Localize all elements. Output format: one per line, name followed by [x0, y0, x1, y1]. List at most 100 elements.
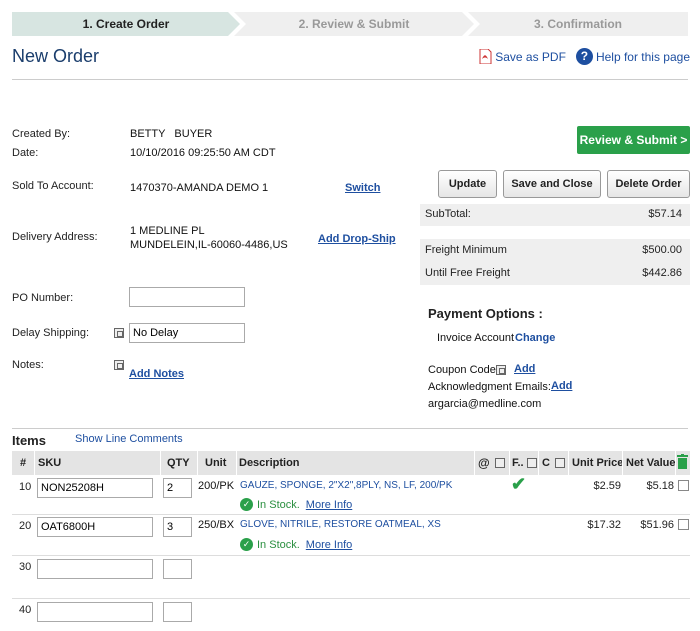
qty-input[interactable] [163, 517, 192, 537]
date-value: 10/10/2016 09:25:50 AM CDT [130, 147, 276, 159]
col-f-info-icon[interactable] [527, 458, 537, 468]
ack-emails-label: Acknowledgment Emails: [428, 381, 551, 393]
show-line-comments-link[interactable]: Show Line Comments [75, 433, 183, 445]
add-coupon-link[interactable]: Add [514, 363, 535, 375]
notes-label: Notes: [12, 359, 44, 371]
items-title: Items [12, 433, 46, 448]
add-notes-link[interactable]: Add Notes [129, 368, 184, 380]
help-label: Help for this page [595, 49, 690, 64]
header-sep [622, 451, 623, 475]
review-submit-button[interactable]: Review & Submit > [577, 126, 690, 154]
checkmark-icon: ✔ [511, 474, 527, 494]
row-select-checkbox[interactable] [678, 519, 689, 530]
row-unit-price: $2.59 [593, 480, 621, 492]
freight-minimum-value: $500.00 [642, 244, 682, 256]
delay-info-icon[interactable] [114, 328, 124, 338]
row-num: 30 [19, 561, 32, 573]
free-freight-label: Until Free Freight [425, 267, 510, 279]
save-as-pdf-label: Save as PDF [495, 49, 566, 64]
stock-text: In Stock. [257, 498, 300, 511]
delivery-address-label: Delivery Address: [12, 231, 98, 243]
sku-input[interactable] [37, 559, 153, 579]
row-num: 20 [19, 520, 32, 532]
switch-account-link[interactable]: Switch [345, 182, 380, 194]
sku-input[interactable] [37, 602, 153, 622]
change-payment-link[interactable]: Change [515, 332, 555, 344]
row-description-link[interactable]: GLOVE, NITRILE, RESTORE OATMEAL, XS [240, 519, 441, 530]
update-button[interactable]: Update [438, 170, 497, 198]
qty-input[interactable] [163, 602, 192, 622]
more-info-link[interactable]: More Info [306, 499, 352, 511]
payment-method: Invoice Account [437, 332, 515, 344]
col-at-info-icon[interactable] [495, 458, 505, 468]
payment-options-title: Payment Options : [428, 306, 543, 321]
row-net-value: $5.18 [646, 480, 674, 492]
help-link[interactable]: ? Help for this page [575, 48, 690, 65]
header-sep [675, 451, 676, 475]
header-sep [568, 451, 569, 475]
sold-to-label: Sold To Account: [12, 180, 94, 192]
header-sep [538, 451, 539, 475]
qty-input[interactable] [163, 559, 192, 579]
freight-box: Freight Minimum $500.00 Until Free Freig… [420, 239, 690, 285]
row-unit-price: $17.32 [587, 519, 621, 531]
col-unit-price: Unit Price [572, 457, 624, 469]
header-sep [197, 451, 198, 475]
header-sep [474, 451, 475, 475]
qty-input[interactable] [163, 478, 192, 498]
free-freight-value: $442.86 [642, 267, 682, 279]
ack-email-value: argarcia@medline.com [428, 398, 542, 410]
freight-minimum-label: Freight Minimum [425, 244, 507, 256]
items-divider [12, 428, 688, 429]
delivery-address-line2: MUNDELEIN,IL-60060-4486,US [130, 239, 288, 251]
check-circle-icon: ✓ [240, 498, 253, 511]
sku-input[interactable] [37, 478, 153, 498]
save-as-pdf-link[interactable]: Save as PDF [479, 48, 566, 65]
header-sep [160, 451, 161, 475]
row-net-value: $51.96 [640, 519, 674, 531]
sku-input[interactable] [37, 517, 153, 537]
coupon-code-label: Coupon Code: [428, 364, 499, 376]
col-c-info-icon[interactable] [555, 458, 565, 468]
col-f: F.. [512, 457, 524, 469]
delivery-address-line1: 1 MEDLINE PL [130, 225, 205, 237]
page-title: New Order [12, 46, 100, 66]
title-divider [12, 79, 688, 80]
row-divider [12, 555, 690, 556]
row-num: 40 [19, 604, 32, 616]
notes-info-icon[interactable] [114, 360, 124, 370]
col-qty: QTY [167, 457, 190, 469]
col-at: @ [478, 456, 490, 470]
col-unit: Unit [205, 457, 227, 469]
row-unit: 200/PK [198, 480, 235, 492]
row-description-link[interactable]: GAUZE, SPONGE, 2"X2",8PLY, NS, LF, 200/P… [240, 480, 452, 491]
row-divider [12, 514, 690, 515]
help-icon: ? [575, 48, 593, 65]
delete-order-button[interactable]: Delete Order [607, 170, 690, 198]
delay-shipping-input[interactable] [129, 323, 245, 343]
row-num: 10 [19, 481, 32, 493]
items-table-header: # SKU QTY Unit Description @ F.. C Unit … [12, 451, 690, 475]
col-net-value: Net Value [626, 457, 676, 469]
add-drop-ship-link[interactable]: Add Drop-Ship [318, 233, 396, 245]
row-unit: 250/BX [198, 519, 235, 531]
more-info-link[interactable]: More Info [306, 539, 352, 551]
step-review-submit: 2. Review & Submit [234, 12, 474, 36]
delay-shipping-label: Delay Shipping: [12, 327, 90, 339]
stock-status: ✓ In Stock. More Info [240, 538, 352, 551]
po-number-label: PO Number: [12, 292, 74, 304]
check-circle-icon: ✓ [240, 538, 253, 551]
pdf-icon [479, 48, 492, 65]
trash-icon[interactable] [677, 454, 688, 469]
po-number-input[interactable] [129, 287, 245, 307]
subtotal-value: $57.14 [648, 208, 682, 220]
header-sep [236, 451, 237, 475]
stock-status: ✓ In Stock. More Info [240, 498, 352, 511]
add-ack-email-link[interactable]: Add [551, 380, 572, 392]
subtotal-label: SubTotal: [425, 208, 471, 220]
save-close-button[interactable]: Save and Close [503, 170, 601, 198]
subtotal-box: SubTotal: $57.14 [420, 204, 690, 226]
row-select-checkbox[interactable] [678, 480, 689, 491]
step-confirmation: 3. Confirmation [468, 12, 688, 36]
coupon-info-icon[interactable] [496, 365, 506, 375]
